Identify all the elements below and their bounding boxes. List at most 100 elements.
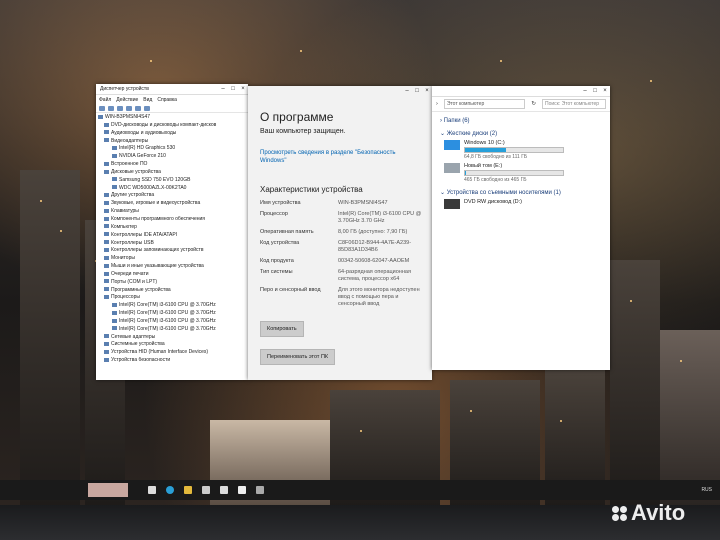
close-icon[interactable]: × xyxy=(422,88,432,94)
tree-node[interactable]: Порты (COM и LPT) xyxy=(98,279,246,287)
monitor: Диспетчер устройств – □ × Файл Действие … xyxy=(0,0,720,540)
tree-node[interactable]: Контроллеры запоминающих устройств xyxy=(98,247,246,255)
drive-usage-fill xyxy=(465,148,507,152)
maximize-icon[interactable]: □ xyxy=(228,86,238,92)
tree-node[interactable]: Встроенное ПО xyxy=(98,161,246,169)
forward-icon[interactable] xyxy=(108,106,114,111)
folders-group[interactable]: › Папки (6) xyxy=(440,118,610,124)
tree-node[interactable]: Компьютер xyxy=(98,224,246,232)
processor-icon xyxy=(112,302,117,307)
maximize-icon[interactable]: □ xyxy=(412,88,422,94)
tree-node[interactable]: Компоненты программного обеспечения xyxy=(98,216,246,224)
tree-leaf[interactable]: NVIDIA GeForce 210 xyxy=(98,153,246,161)
display-adapter-icon xyxy=(104,138,109,143)
tree-leaf[interactable]: Intel(R) Core(TM) i3-6100 CPU @ 3.70GHz xyxy=(98,310,246,318)
hard-disks-group[interactable]: ⌄ Жесткие диски (2) xyxy=(440,130,610,137)
rename-pc-button[interactable]: Переименовать этот ПК xyxy=(260,349,336,365)
help-icon[interactable] xyxy=(126,106,132,111)
minimize-icon[interactable]: – xyxy=(402,88,412,94)
store-icon[interactable] xyxy=(202,486,210,494)
tree-leaf[interactable]: Intel(R) HD Graphics 530 xyxy=(98,145,246,153)
close-icon[interactable]: × xyxy=(238,86,248,92)
drive-free-space: 465 ГБ свободно из 465 ГБ xyxy=(464,177,527,183)
edge-icon[interactable] xyxy=(166,486,174,494)
monitor-icon[interactable] xyxy=(144,106,150,111)
input-language[interactable]: RUS xyxy=(701,487,712,493)
minimize-icon[interactable]: – xyxy=(580,88,590,94)
drive-e[interactable]: Новый том (E:) 465 ГБ свободно из 465 ГБ xyxy=(444,163,610,183)
tree-node[interactable]: Аудиовходы и аудиовыходы xyxy=(98,130,246,138)
ide-icon xyxy=(104,232,109,237)
tree-node[interactable]: DVD-дисководы и дисководы компакт-дисков xyxy=(98,122,246,130)
tree-node[interactable]: Дисковые устройства xyxy=(98,169,246,177)
removable-group[interactable]: ⌄ Устройства со съемными носителями (1) xyxy=(440,189,610,196)
tree-node[interactable]: Устройства HID (Human Interface Devices) xyxy=(98,349,246,357)
keyboard-icon xyxy=(104,208,109,213)
close-icon[interactable]: × xyxy=(600,88,610,94)
disk-icon xyxy=(104,169,109,174)
menu-action[interactable]: Действие xyxy=(116,97,138,103)
spec-row-ram: Оперативная память 8,00 ГБ (доступно: 7,9… xyxy=(260,229,408,235)
avito-watermark: Avito xyxy=(612,500,685,526)
computer-icon xyxy=(104,224,109,229)
tree-node[interactable]: Процессоры xyxy=(98,294,246,302)
tree-root[interactable]: WIN-B3PMSNI4S47 xyxy=(98,114,246,122)
maximize-icon[interactable]: □ xyxy=(590,88,600,94)
usb-icon xyxy=(104,240,109,245)
tree-node[interactable]: Мыши и иные указывающие устройства xyxy=(98,263,246,271)
tree-node[interactable]: Устройства безопасности xyxy=(98,357,246,365)
tree-leaf[interactable]: WDC WD5000AZLX-00K2TA0 xyxy=(98,185,246,193)
scan-icon[interactable] xyxy=(135,106,141,111)
file-explorer-icon[interactable] xyxy=(184,486,192,494)
copy-button[interactable]: Копировать xyxy=(260,321,304,337)
tree-leaf[interactable]: Intel(R) Core(TM) i3-6100 CPU @ 3.70GHz xyxy=(98,302,246,310)
tree-node[interactable]: Системные устройства xyxy=(98,341,246,349)
dvd-drive-icon xyxy=(444,199,460,209)
processor-icon xyxy=(112,326,117,331)
tree-node[interactable]: Видеоадаптеры xyxy=(98,138,246,146)
drive-c[interactable]: Windows 10 (C:) 64,8 ГБ свободно из 111 … xyxy=(444,140,610,160)
hid-icon xyxy=(104,349,109,354)
audio-icon xyxy=(104,130,109,135)
protection-status: Ваш компьютер защищен. xyxy=(260,128,346,135)
menu-view[interactable]: Вид xyxy=(143,97,152,103)
device-tree: WIN-B3PMSNI4S47 DVD-дисководы и дисковод… xyxy=(96,113,248,366)
refresh-icon[interactable]: ↻ xyxy=(531,101,536,107)
chevron-right-icon[interactable]: › xyxy=(436,101,438,107)
back-icon[interactable] xyxy=(99,106,105,111)
tree-node[interactable]: Сетевые адаптеры xyxy=(98,334,246,342)
menu-help[interactable]: Справка xyxy=(157,97,177,103)
properties-icon[interactable] xyxy=(117,106,123,111)
drive-name: DVD RW дисковод (D:) xyxy=(464,199,522,205)
tree-leaf[interactable]: Intel(R) Core(TM) i3-6100 CPU @ 3.70GHz xyxy=(98,326,246,334)
tree-node[interactable]: Очереди печати xyxy=(98,271,246,279)
mouse-icon xyxy=(104,263,109,268)
tree-leaf[interactable]: Intel(R) Core(TM) i3-6100 CPU @ 3.70GHz xyxy=(98,318,246,326)
device-manager-taskbar-icon[interactable] xyxy=(256,486,264,494)
task-view-icon[interactable] xyxy=(148,486,156,494)
mail-icon[interactable] xyxy=(220,486,228,494)
address-bar[interactable]: Этот компьютер xyxy=(443,99,526,109)
settings-icon[interactable] xyxy=(238,486,246,494)
security-link[interactable]: Просмотреть сведения в разделе "Безопасн… xyxy=(260,149,418,165)
dvd-icon xyxy=(104,122,109,127)
tree-node[interactable]: Контроллеры IDE ATA/ATAPI xyxy=(98,232,246,240)
disk-icon xyxy=(112,177,117,182)
drive-d[interactable]: DVD RW дисковод (D:) xyxy=(444,199,610,209)
tree-node[interactable]: Контроллеры USB xyxy=(98,240,246,248)
avito-logo-icon xyxy=(612,505,627,521)
tree-node[interactable]: Программные устройства xyxy=(98,287,246,295)
tree-leaf[interactable]: Samsung SSD 750 EVO 120GB xyxy=(98,177,246,185)
tree-node[interactable]: Звуковые, игровые и видеоустройства xyxy=(98,200,246,208)
printer-icon xyxy=(104,271,109,276)
minimize-icon[interactable]: – xyxy=(218,86,228,92)
page-title: О программе xyxy=(260,110,334,124)
menu-file[interactable]: Файл xyxy=(99,97,111,103)
search-input[interactable]: Поиск: Этот компьютер xyxy=(542,99,606,109)
tree-node[interactable]: Мониторы xyxy=(98,255,246,263)
drive-name: Новый том (E:) xyxy=(464,163,503,169)
tree-node[interactable]: Другие устройства xyxy=(98,192,246,200)
tree-node[interactable]: Клавиатуры xyxy=(98,208,246,216)
drive-name: Windows 10 (C:) xyxy=(464,140,505,146)
sound-icon xyxy=(104,200,109,205)
